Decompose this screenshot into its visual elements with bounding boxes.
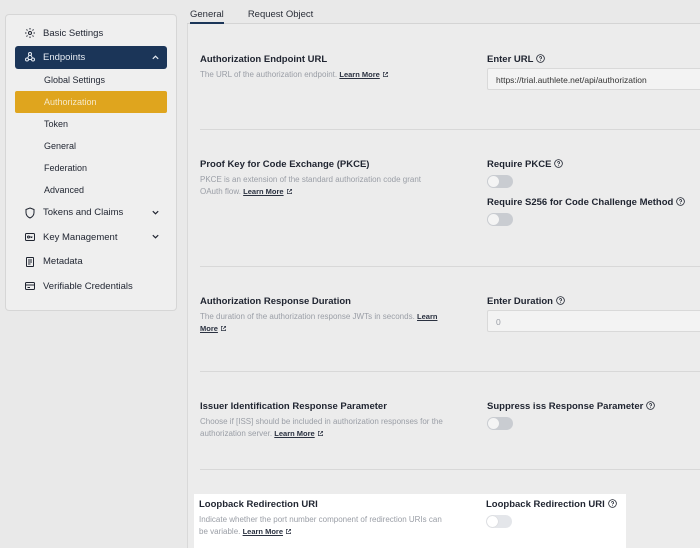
learn-more-link[interactable]: Learn More [274,429,314,438]
external-link-icon [286,529,291,534]
external-link-icon [286,189,292,194]
field-label: Enter Duration [487,296,565,307]
chevron-down-icon[interactable] [151,232,160,241]
help-icon[interactable] [646,401,656,410]
sidebar-item-key-management[interactable]: Key Management [6,225,176,250]
field-label: Loopback Redirection URI [486,499,617,510]
document-icon [24,256,36,268]
help-icon[interactable] [536,54,546,63]
section-duration: Authorization Response Duration The dura… [200,266,700,371]
section-title: Issuer Identification Response Parameter [200,401,387,412]
settings-panel: Authorization Endpoint URL The URL of th… [187,24,700,548]
external-link-icon [220,326,226,331]
external-link-icon [382,72,388,77]
webhook-icon [24,51,36,63]
field-label: Require S256 for Code Challenge Method [487,197,686,208]
section-iss: Issuer Identification Response Parameter… [200,371,700,469]
tab-general[interactable]: General [190,0,224,24]
sidebar-item-label: Tokens and Claims [43,207,124,219]
sidebar-subitem-token[interactable]: Token [6,113,176,135]
section-title: Authorization Response Duration [200,296,351,307]
sidebar-item-label: Key Management [43,231,118,243]
learn-more-link[interactable]: Learn More [243,527,283,536]
section-auth-endpoint: Authorization Endpoint URL The URL of th… [200,24,700,129]
section-title: Proof Key for Code Exchange (PKCE) [200,159,370,170]
section-pkce: Proof Key for Code Exchange (PKCE) PKCE … [200,129,700,266]
suppress-iss-toggle[interactable] [487,417,513,430]
help-icon[interactable] [607,499,617,508]
help-icon[interactable] [556,296,565,305]
section-description: PKCE is an extension of the standard aut… [200,175,422,196]
sidebar-item-basic-settings[interactable]: Basic Settings [6,21,176,46]
credential-card-icon [24,280,36,292]
section-description: Indicate whether the port number compone… [199,515,442,536]
learn-more-link[interactable]: Learn More [339,70,379,79]
sidebar: Basic Settings Endpoints Global Settings… [5,14,177,311]
section-title: Loopback Redirection URI [199,499,318,510]
sidebar-subitem-advanced[interactable]: Advanced [6,179,176,201]
learn-more-link[interactable]: Learn More [243,187,283,196]
section-description: The duration of the authorization respon… [200,312,438,333]
duration-input[interactable]: 0 [487,310,700,332]
authorization-url-input[interactable]: https://trial.authlete.net/api/authoriza… [487,68,700,90]
sidebar-item-verifiable-credentials[interactable]: Verifiable Credentials [6,274,176,299]
sidebar-item-metadata[interactable]: Metadata [6,250,176,275]
field-label: Suppress iss Response Parameter [487,401,656,412]
help-icon[interactable] [676,197,686,206]
sidebar-item-endpoints[interactable]: Endpoints [15,45,167,69]
field-label: Enter URL [487,54,546,65]
section-title: Authorization Endpoint URL [200,54,328,65]
gear-icon [24,27,36,39]
chevron-up-icon[interactable] [151,53,160,62]
section-description: Choose if [ISS] should be included in au… [200,417,443,438]
sidebar-item-label: Endpoints [43,51,86,63]
sidebar-subitem-global-settings[interactable]: Global Settings [6,69,176,91]
section-loopback: Loopback Redirection URI Indicate whethe… [194,494,626,548]
chevron-down-icon[interactable] [151,208,160,217]
sidebar-subitem-authorization[interactable]: Authorization [15,90,167,113]
require-s256-toggle[interactable] [487,213,513,226]
sidebar-item-label: Verifiable Credentials [43,280,133,292]
sidebar-item-tokens-and-claims[interactable]: Tokens and Claims [6,201,176,226]
divider [200,469,700,470]
loopback-redirection-toggle[interactable] [486,515,512,528]
help-icon[interactable] [554,159,564,168]
sidebar-subitem-federation[interactable]: Federation [6,157,176,179]
tab-bar: General Request Object [187,0,700,24]
sidebar-subitem-general[interactable]: General [6,135,176,157]
key-icon [24,231,36,243]
main-content: General Request Object Authorization End… [187,0,700,548]
shield-icon [24,207,36,219]
sidebar-item-label: Metadata [43,256,83,268]
require-pkce-toggle[interactable] [487,175,513,188]
section-description: The URL of the authorization endpoint. L… [200,69,445,81]
field-label: Require PKCE [487,159,564,170]
external-link-icon [317,431,323,436]
tab-request-object[interactable]: Request Object [248,0,313,23]
sidebar-item-label: Basic Settings [43,27,104,39]
